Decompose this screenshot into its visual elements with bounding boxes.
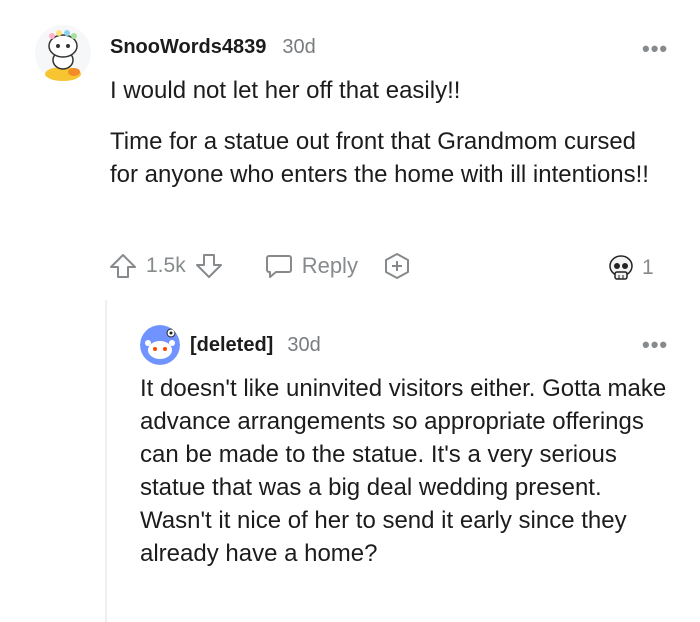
action-bar: 1.5k Reply: [108, 250, 412, 282]
comment-body: It doesn't like uninvited visitors eithe…: [140, 372, 675, 570]
vote-count: 1.5k: [146, 254, 186, 277]
comment-paragraph: Time for a statue out front that Grandmo…: [110, 128, 649, 188]
comment-body: I would not let her off that easily!! Ti…: [110, 74, 670, 191]
reply-button[interactable]: Reply: [302, 253, 358, 279]
award-count: 1: [642, 256, 654, 279]
plus-circle-icon[interactable]: [382, 251, 412, 281]
arrow-up-icon[interactable]: [108, 251, 138, 281]
snoo-avatar-icon: [35, 25, 91, 81]
award-badge[interactable]: 1: [606, 252, 654, 284]
more-options-button[interactable]: •••: [642, 38, 668, 60]
more-options-button[interactable]: •••: [642, 334, 668, 356]
comment-age[interactable]: 30d: [282, 36, 315, 59]
skull-award-icon: [606, 253, 636, 283]
avatar[interactable]: [34, 24, 92, 82]
comment-age[interactable]: 30d: [287, 334, 320, 357]
comment-paragraph: I would not let her off that easily!!: [110, 77, 461, 104]
comment-paragraph: It doesn't like uninvited visitors eithe…: [140, 375, 667, 567]
avatar[interactable]: [140, 325, 180, 365]
username[interactable]: SnooWords4839: [110, 36, 266, 59]
snoo-avatar-icon: [140, 325, 180, 365]
arrow-down-icon[interactable]: [194, 251, 224, 281]
thread-line[interactable]: [105, 300, 107, 622]
chat-bubble-icon[interactable]: [264, 251, 294, 281]
username[interactable]: [deleted]: [190, 334, 273, 357]
